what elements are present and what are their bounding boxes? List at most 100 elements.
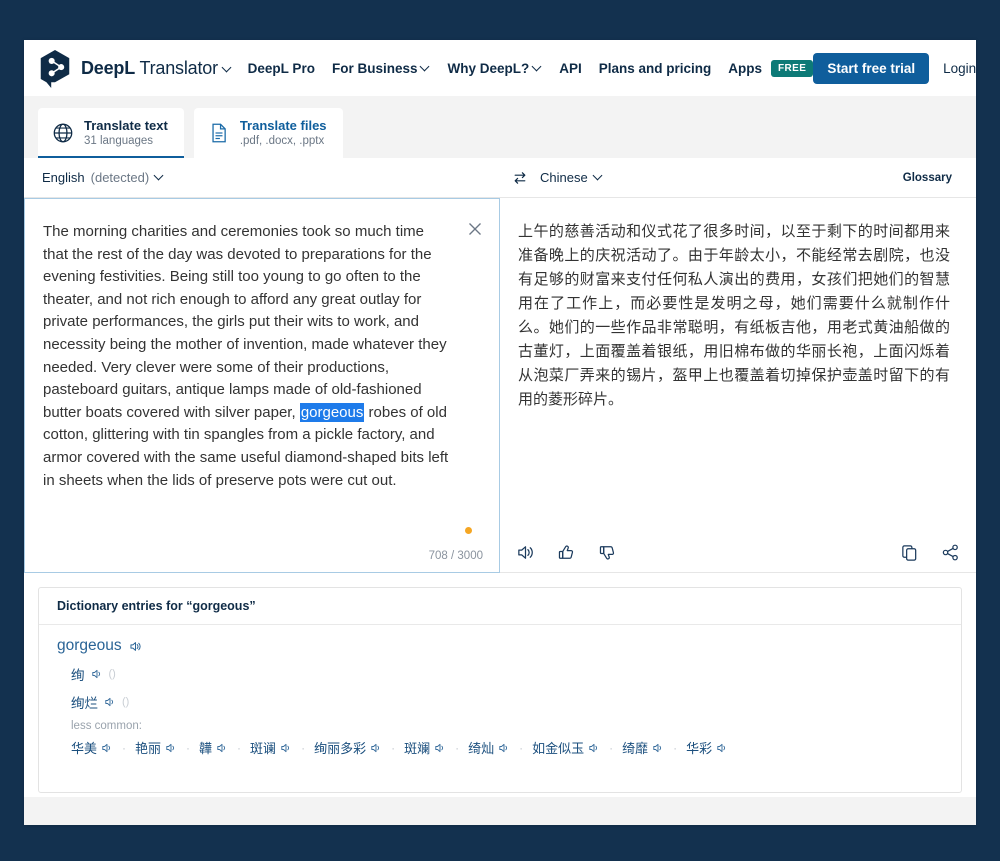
nav-label: Why DeepL? (447, 61, 529, 76)
source-textarea[interactable]: The morning charities and ceremonies too… (43, 221, 453, 492)
less-common-term: 华彩 (686, 738, 712, 757)
less-common-item[interactable]: 绮灿 (468, 738, 510, 757)
less-common-item[interactable]: 艳丽 (135, 738, 177, 757)
speaker-icon[interactable] (498, 742, 510, 754)
dictionary-body: gorgeous 绚 () 绚烂 (39, 625, 961, 757)
less-common-term: 斑谰 (250, 738, 276, 757)
speaker-icon[interactable] (370, 742, 382, 754)
separator: · (122, 741, 126, 755)
less-common-term: 绚丽多彩 (314, 738, 366, 757)
less-common-term: 绮灿 (468, 738, 494, 757)
speaker-icon[interactable] (652, 742, 664, 754)
chevron-down-icon (155, 172, 164, 181)
character-counter: 708 / 3000 (429, 550, 483, 562)
nav-item-why-deepl[interactable]: Why DeepL? (447, 61, 542, 76)
thumbs-down-icon[interactable] (598, 543, 617, 562)
nav-label: Apps (728, 61, 762, 76)
separator: · (609, 741, 613, 755)
dictionary-headword-label: gorgeous (57, 637, 122, 655)
thumbs-up-icon[interactable] (557, 543, 576, 562)
tab-translate-text[interactable]: Translate text 31 languages (38, 108, 184, 158)
target-language-selector[interactable]: Chinese (540, 170, 603, 185)
source-language-label: English (42, 170, 85, 185)
speaker-icon[interactable] (280, 742, 292, 754)
language-bar: English (detected) Chinese Glossary (24, 158, 976, 198)
highlighted-word[interactable]: gorgeous (300, 403, 365, 422)
separator: · (673, 741, 677, 755)
less-common-term: 绮靡 (622, 738, 648, 757)
nav-item-for-business[interactable]: For Business (332, 61, 431, 76)
globe-icon (52, 122, 74, 144)
card-bottom-area (24, 797, 976, 825)
nav-item-plans-and-pricing[interactable]: Plans and pricing (599, 61, 712, 76)
nav-label: Plans and pricing (599, 61, 712, 76)
less-common-item[interactable]: 绚丽多彩 (314, 738, 382, 757)
glossary-button[interactable]: Glossary (893, 166, 962, 190)
speaker-icon[interactable] (129, 640, 142, 653)
logo[interactable]: DeepL Translator (38, 48, 232, 88)
dictionary-headword[interactable]: gorgeous (57, 637, 943, 655)
speaker-icon[interactable] (91, 668, 103, 680)
status-dot (465, 527, 472, 534)
less-common-item[interactable]: 华彩 (686, 738, 728, 757)
target-language-label: Chinese (540, 170, 588, 185)
less-common-term: 华美 (71, 738, 97, 757)
dictionary-panel: Dictionary entries for “gorgeous” gorgeo… (38, 587, 962, 793)
speaker-icon[interactable] (716, 742, 728, 754)
login-link[interactable]: Login (943, 61, 976, 76)
logo-name-bold: DeepL (81, 58, 135, 78)
header-actions: Start free trial Login (813, 53, 976, 84)
dictionary-sense[interactable]: 绚 () (71, 664, 943, 684)
sense-paren: () (109, 668, 116, 680)
dictionary-heading: Dictionary entries for “gorgeous” (39, 588, 961, 625)
site-header: DeepL Translator DeepL Pro For Business … (24, 40, 976, 96)
less-common-item[interactable]: 斑谰 (250, 738, 292, 757)
less-common-term: 艳丽 (135, 738, 161, 757)
translation-panels: The morning charities and ceremonies too… (24, 198, 976, 573)
swap-languages-area (500, 170, 540, 186)
speaker-icon[interactable] (516, 543, 535, 562)
less-common-item[interactable]: 韡 (199, 738, 228, 757)
speaker-icon[interactable] (434, 742, 446, 754)
source-language-selector[interactable]: English (detected) (42, 170, 164, 185)
tab-subtitle: .pdf, .docx, .pptx (240, 134, 327, 149)
source-text-before: The morning charities and ceremonies too… (43, 223, 451, 421)
document-icon (208, 122, 230, 144)
less-common-item[interactable]: 斑斓 (404, 738, 446, 757)
separator: · (301, 741, 305, 755)
speaker-icon[interactable] (104, 696, 116, 708)
nav-item-api[interactable]: API (559, 61, 582, 76)
tab-title: Translate text (84, 118, 168, 134)
dictionary-sense[interactable]: 绚烂 () (71, 692, 943, 712)
nav-item-deepl-pro[interactable]: DeepL Pro (248, 61, 315, 76)
tab-translate-files[interactable]: Translate files .pdf, .docx, .pptx (194, 108, 343, 158)
copy-icon[interactable] (900, 543, 919, 562)
app-card: DeepL Translator DeepL Pro For Business … (24, 40, 976, 825)
dictionary-senses: 绚 () 绚烂 () less common: (71, 664, 943, 757)
less-common-item[interactable]: 绮靡 (622, 738, 664, 757)
speaker-icon[interactable] (216, 742, 228, 754)
source-text-panel[interactable]: The morning charities and ceremonies too… (24, 198, 500, 573)
separator: · (237, 741, 241, 755)
mode-tabbar: Translate text 31 languages Translate fi… (24, 96, 976, 158)
tab-title: Translate files (240, 118, 327, 134)
less-common-term: 如金似玉 (532, 738, 584, 757)
chevron-down-icon (533, 63, 542, 72)
share-icon[interactable] (941, 543, 960, 562)
speaker-icon[interactable] (101, 742, 113, 754)
speaker-icon[interactable] (165, 742, 177, 754)
nav-item-apps[interactable]: Apps FREE (728, 60, 813, 77)
speaker-icon[interactable] (588, 742, 600, 754)
less-common-item[interactable]: 如金似玉 (532, 738, 600, 757)
close-icon[interactable] (467, 221, 483, 237)
swap-arrows-icon[interactable] (512, 170, 528, 186)
logo-name-light: Translator (140, 58, 218, 78)
source-language-detected: (detected) (91, 170, 150, 185)
separator: · (519, 741, 523, 755)
chevron-down-icon (594, 172, 603, 181)
start-free-trial-button[interactable]: Start free trial (813, 53, 929, 84)
translation-actions-right (900, 543, 960, 562)
separator: · (186, 741, 190, 755)
less-common-item[interactable]: 华美 (71, 738, 113, 757)
less-common-label: less common: (71, 720, 943, 732)
